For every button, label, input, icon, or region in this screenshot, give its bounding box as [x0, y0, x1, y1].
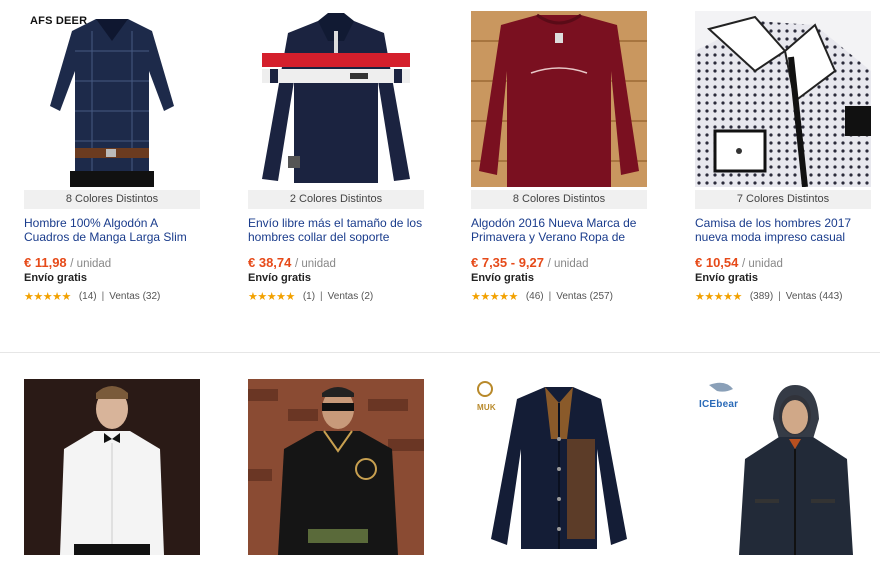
rating-stars-icon: ★★★★★	[471, 290, 518, 303]
product-image[interactable]	[695, 11, 871, 187]
product-card[interactable]	[24, 379, 200, 555]
product-card[interactable]: AFS DEER 8 Colores Distintos Hombre 100%…	[24, 11, 200, 303]
row-divider	[0, 352, 880, 353]
product-image[interactable]: AFS DEER	[24, 11, 200, 187]
price: € 38,74	[248, 255, 292, 270]
color-options-label[interactable]: 8 Colores Distintos	[24, 190, 200, 209]
product-card[interactable]: 2 Colores Distintos Envío libre más el t…	[248, 11, 424, 303]
product-title-link[interactable]: Hombre 100% Algodón A Cuadros de Manga L…	[24, 216, 187, 244]
review-count[interactable]: (46)	[526, 291, 544, 302]
product-card[interactable]	[248, 379, 424, 555]
price-line: € 7,35 - 9,27 / unidad	[471, 255, 647, 272]
brand-label: AFS DEER	[30, 15, 88, 27]
product-image[interactable]	[248, 11, 424, 187]
color-options-label[interactable]: 2 Colores Distintos	[248, 190, 424, 209]
product-title[interactable]: Envío libre más el tamaño de los hombres…	[248, 216, 424, 244]
rating-stars-icon: ★★★★★	[24, 290, 71, 303]
price: € 11,98	[24, 255, 67, 270]
white-shirt-bowtie-image	[24, 379, 200, 555]
free-shipping-label: Envío gratis	[248, 272, 311, 284]
sales-count: Ventas (443)	[785, 290, 843, 302]
product-title-link[interactable]: Camisa de los hombres 2017 nueva moda im…	[695, 216, 851, 244]
separator: |	[101, 290, 105, 302]
separator: |	[778, 290, 781, 302]
sales-count: Ventas (257)	[556, 290, 613, 302]
product-image[interactable]	[471, 11, 647, 187]
rating-row: ★★★★★ (14) | Ventas (32)	[24, 289, 200, 303]
free-shipping-label: Envío gratis	[24, 272, 87, 284]
product-image[interactable]	[24, 379, 200, 555]
price-unit: / unidad	[742, 258, 783, 270]
rating-row: ★★★★★ (389) | Ventas (443)	[695, 289, 871, 303]
price-unit: / unidad	[547, 258, 589, 270]
free-shipping-label: Envío gratis	[695, 272, 758, 284]
color-options-label[interactable]: 8 Colores Distintos	[471, 190, 647, 209]
product-card[interactable]: ICEbear	[695, 379, 871, 555]
red-tshirt-image	[471, 11, 647, 187]
sales-count: Ventas (2)	[327, 290, 374, 302]
rating-row: ★★★★★ (1) | Ventas (2)	[248, 289, 424, 303]
price-unit: / unidad	[70, 258, 112, 270]
rating-stars-icon: ★★★★★	[695, 290, 742, 303]
review-count[interactable]: (1)	[303, 291, 315, 302]
price-line: € 38,74 / unidad	[248, 255, 424, 272]
product-image[interactable]: ICEbear	[695, 379, 871, 555]
sales-count: Ventas (32)	[109, 290, 161, 302]
product-card[interactable]: MUK	[471, 379, 647, 555]
black-vneck-tee-image	[248, 379, 424, 555]
price-line: € 11,98 / unidad	[24, 255, 200, 272]
separator: |	[320, 290, 323, 302]
brand-label: MUK	[477, 403, 496, 412]
checked-shirt-image	[24, 11, 200, 187]
rating-stars-icon: ★★★★★	[248, 290, 295, 303]
price: € 7,35 - 9,27	[471, 255, 544, 270]
product-title[interactable]: Camisa de los hombres 2017 nueva moda im…	[695, 216, 871, 244]
product-title[interactable]: Hombre 100% Algodón A Cuadros de Manga L…	[24, 216, 200, 244]
review-count[interactable]: (14)	[79, 291, 97, 302]
polo-sweater-image	[248, 11, 424, 187]
printed-shirt-image	[695, 11, 871, 187]
product-card[interactable]: 7 Colores Distintos Camisa de los hombre…	[695, 11, 871, 303]
product-card[interactable]: 8 Colores Distintos Algodón 2016 Nueva M…	[471, 11, 647, 303]
product-title[interactable]: Algodón 2016 Nueva Marca de Primavera y …	[471, 216, 647, 244]
separator: |	[548, 290, 552, 302]
review-count[interactable]: (389)	[750, 291, 773, 302]
product-title-link[interactable]: Algodón 2016 Nueva Marca de Primavera y …	[471, 216, 636, 244]
free-shipping-label: Envío gratis	[471, 272, 534, 284]
product-image[interactable]: MUK	[471, 379, 647, 555]
brand-label: ICEbear	[699, 399, 739, 410]
color-options-label[interactable]: 7 Colores Distintos	[695, 190, 871, 209]
product-image[interactable]	[248, 379, 424, 555]
price-unit: / unidad	[295, 258, 336, 270]
product-title-link[interactable]: Envío libre más el tamaño de los hombres…	[248, 216, 422, 244]
price-line: € 10,54 / unidad	[695, 255, 871, 272]
rating-row: ★★★★★ (46) | Ventas (257)	[471, 289, 647, 303]
price: € 10,54	[695, 255, 739, 270]
fleece-lined-shirt-image	[471, 379, 647, 555]
